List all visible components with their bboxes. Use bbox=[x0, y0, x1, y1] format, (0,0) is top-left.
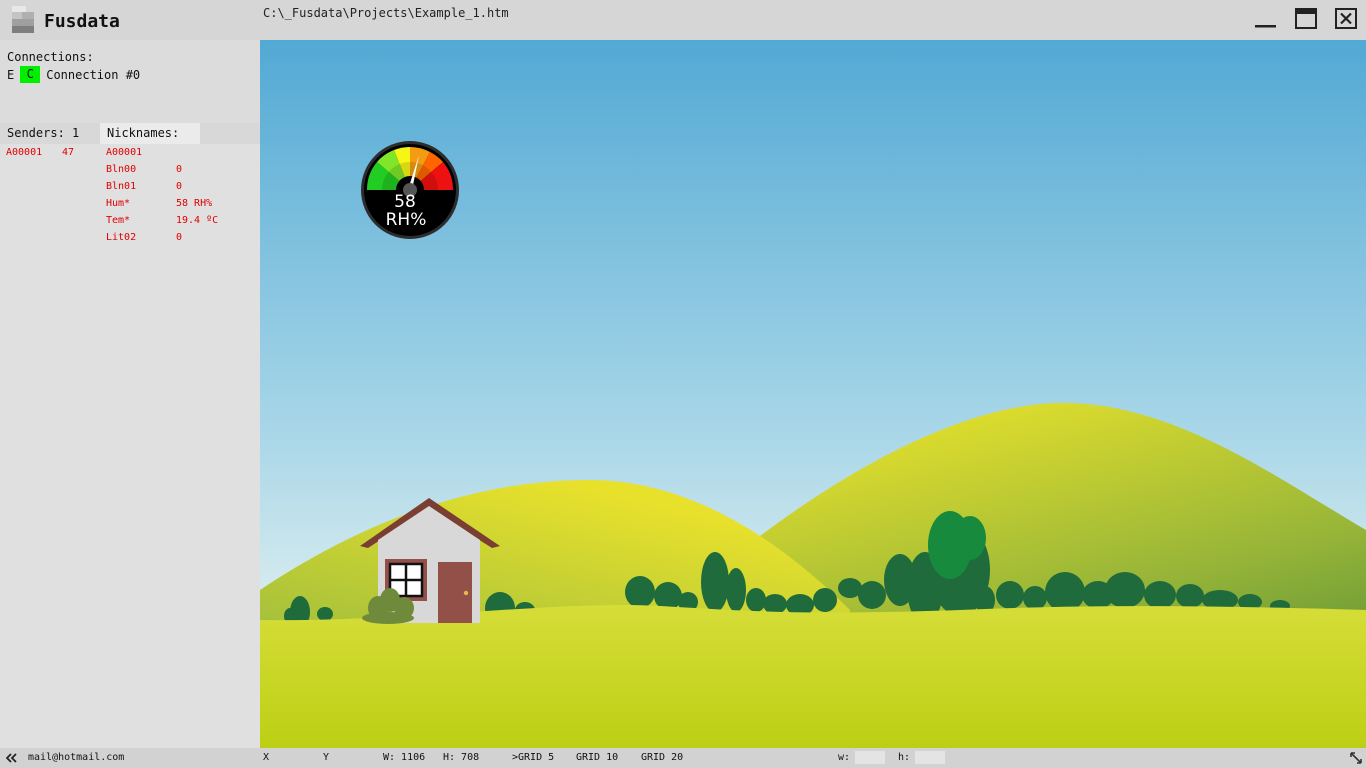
cursor-y-label: Y bbox=[323, 752, 330, 763]
sender-count: 47 bbox=[62, 147, 75, 158]
app-title: Fusdata bbox=[44, 11, 120, 32]
sender-id[interactable]: A00001 bbox=[6, 147, 42, 158]
tab-nicknames[interactable]: Nicknames: bbox=[100, 123, 200, 144]
cursor-x-label: X bbox=[263, 752, 270, 763]
user-email: mail@hotmail.com bbox=[28, 752, 125, 763]
status-bar: mail@hotmail.com X Y W: 1106 H: 708 >GRI… bbox=[0, 748, 1366, 768]
nickname-value: 0 bbox=[176, 181, 183, 192]
nickname-name[interactable]: Hum* bbox=[106, 198, 130, 209]
nickname-value: 19.4 ºC bbox=[176, 215, 219, 226]
maximize-icon[interactable] bbox=[1295, 8, 1317, 30]
sidebar-tabs: Senders: 1 Nicknames: bbox=[0, 123, 260, 144]
h-input-label: h: bbox=[898, 752, 911, 763]
nickname-header[interactable]: A00001 bbox=[106, 147, 142, 158]
nickname-value: 0 bbox=[176, 164, 183, 175]
fusdata-logo-icon bbox=[12, 6, 34, 33]
nickname-name[interactable]: Tem* bbox=[106, 215, 130, 226]
minimize-icon[interactable] bbox=[1255, 8, 1277, 30]
canvas-height: H: 708 bbox=[443, 752, 480, 763]
double-chevron-left-icon[interactable] bbox=[6, 753, 18, 763]
connection-row[interactable]: E C Connection #0 bbox=[7, 66, 140, 83]
w-input[interactable] bbox=[855, 751, 885, 764]
grid-5-button[interactable]: >GRID 5 bbox=[512, 752, 554, 763]
gauge-unit: RH% bbox=[385, 210, 427, 230]
resize-diagonal-icon[interactable] bbox=[1350, 752, 1362, 764]
design-canvas[interactable]: 58 RH% bbox=[260, 40, 1366, 748]
file-path: C:\_Fusdata\Projects\Example_1.htm bbox=[263, 6, 509, 20]
connection-name[interactable]: Connection #0 bbox=[46, 68, 140, 82]
connection-e-toggle[interactable]: E bbox=[7, 68, 14, 82]
nickname-name[interactable]: Bln01 bbox=[106, 181, 136, 192]
w-input-label: w: bbox=[838, 752, 851, 763]
connections-title: Connections: bbox=[7, 50, 94, 64]
nickname-name[interactable]: Lit02 bbox=[106, 232, 136, 243]
tab-senders[interactable]: Senders: 1 bbox=[0, 123, 100, 144]
title-bar: Fusdata C:\_Fusdata\Projects\Example_1.h… bbox=[0, 0, 1366, 40]
gauge-value: 58 bbox=[394, 192, 416, 212]
nickname-name[interactable]: Bln00 bbox=[106, 164, 136, 175]
grid-10-button[interactable]: GRID 10 bbox=[576, 752, 618, 763]
sidebar: Connections: E C Connection #0 Senders: … bbox=[0, 40, 260, 748]
close-icon[interactable] bbox=[1335, 8, 1357, 30]
h-input[interactable] bbox=[915, 751, 945, 764]
nickname-value: 58 RH% bbox=[176, 198, 213, 209]
grid-20-button[interactable]: GRID 20 bbox=[641, 752, 683, 763]
connection-c-toggle[interactable]: C bbox=[20, 66, 41, 83]
connections-panel: Connections: E C Connection #0 bbox=[0, 40, 260, 123]
humidity-gauge[interactable]: 58 RH% bbox=[360, 140, 460, 240]
nickname-value: 0 bbox=[176, 232, 183, 243]
canvas-width: W: 1106 bbox=[383, 752, 426, 763]
